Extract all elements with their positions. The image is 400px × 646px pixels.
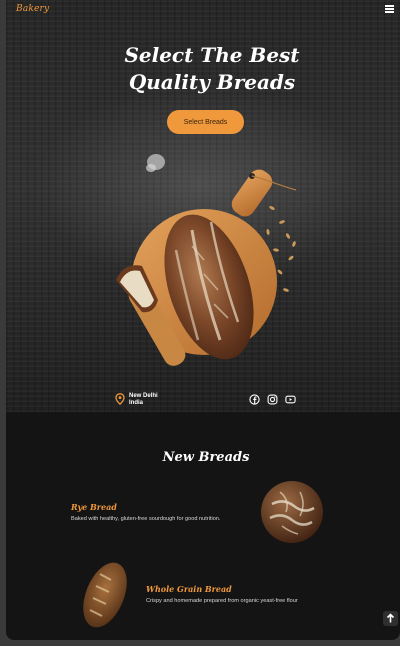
- rye-bread-image: [261, 481, 323, 543]
- location-text: New Delhi India: [129, 393, 189, 407]
- rye-bread-name: Rye Bread: [71, 502, 117, 512]
- whole-grain-bread-name: Whole Grain Bread: [146, 584, 232, 594]
- location-pin-icon: [115, 393, 125, 405]
- new-breads-title: New Breads: [162, 450, 250, 465]
- location-country: India: [129, 400, 144, 406]
- location-city: New Delhi: [129, 393, 158, 399]
- arrow-up-icon: [386, 613, 395, 623]
- rye-bread-description: Baked with healthy, gluten-free sourdoug…: [71, 516, 221, 522]
- hero-section: Bakery Select The Best Quality Breads Se…: [6, 0, 400, 412]
- scroll-to-top-button[interactable]: [383, 611, 398, 626]
- youtube-icon[interactable]: [285, 394, 296, 405]
- page-frame: Bakery Select The Best Quality Breads Se…: [6, 0, 400, 640]
- flour-sprinkle: [146, 154, 165, 172]
- hero-illustration: [116, 154, 297, 366]
- whole-grain-bread-description: Crispy and homemade prepared from organi…: [146, 598, 298, 604]
- whole-grain-bread-image: [83, 562, 127, 628]
- facebook-icon[interactable]: [249, 394, 260, 405]
- instagram-icon[interactable]: [267, 394, 278, 405]
